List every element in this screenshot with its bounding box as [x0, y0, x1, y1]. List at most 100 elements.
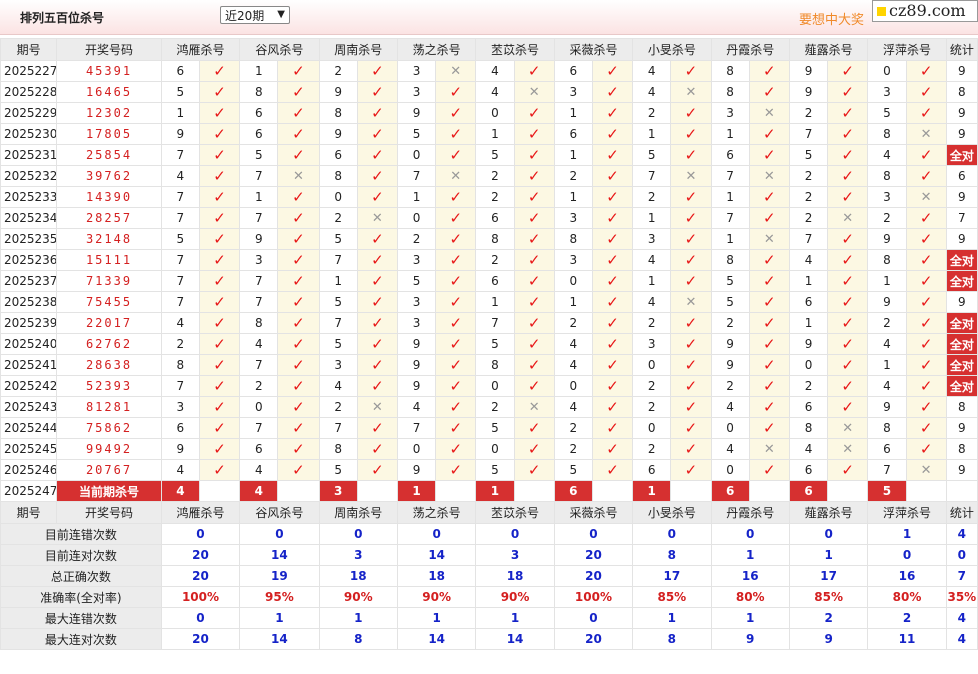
kill-number: 4 — [788, 249, 829, 271]
site-logo[interactable]: cz89.com — [872, 0, 978, 22]
result-cell: ✕ — [905, 123, 947, 145]
table-row: 2025227 45391 6 ✓ 1 ✓ 2 ✓ 3 ✕ 4 ✓ 6 ✓ 4 ✓ 8 ✓ 9 ✓ 0 ✓ 9 — [0, 60, 978, 82]
kill-number: 7 — [239, 207, 279, 229]
kill-number: 2 — [867, 312, 907, 334]
result-cell: ✓ — [748, 270, 790, 292]
result-cell: ✓ — [670, 417, 712, 439]
row-count: 9 — [945, 186, 978, 208]
kill-number: 4 — [710, 438, 750, 460]
result-cell: ✓ — [277, 60, 320, 82]
current-kill-number: 6 — [710, 480, 750, 502]
kill-number: 2 — [475, 186, 515, 208]
kill-number: 7 — [160, 249, 200, 271]
empty-cell — [198, 480, 241, 502]
checkmark-icon: ✓ — [919, 61, 933, 80]
result-cell: ✓ — [277, 102, 320, 124]
result-cell: ✓ — [905, 312, 947, 334]
kill-number: 7 — [239, 291, 279, 313]
stat-value: 8 — [632, 544, 712, 566]
kill-number: 2 — [475, 165, 515, 187]
result-cell: ✓ — [827, 312, 869, 334]
kill-number: 1 — [475, 123, 515, 145]
result-cell: ✓ — [905, 333, 947, 355]
cross-icon: ✕ — [685, 84, 697, 100]
stat-value: 18 — [318, 565, 398, 587]
checkmark-icon: ✓ — [763, 292, 776, 311]
checkmark-icon: ✓ — [292, 250, 305, 269]
result-cell: ✓ — [905, 438, 947, 460]
checkmark-icon: ✓ — [841, 271, 854, 290]
empty-cell — [591, 480, 634, 502]
kill-number: 5 — [318, 291, 358, 313]
result-cell: ✓ — [513, 165, 555, 187]
checkmark-icon: ✓ — [527, 334, 541, 353]
result-cell: ✓ — [591, 270, 634, 292]
kill-number: 9 — [867, 396, 907, 418]
kill-number: 4 — [160, 459, 200, 481]
checkmark-icon: ✓ — [449, 208, 463, 227]
kill-number: 0 — [710, 459, 750, 481]
kill-number: 3 — [396, 60, 437, 82]
kill-number: 3 — [318, 354, 358, 376]
kill-number: 7 — [318, 249, 358, 271]
checkmark-icon: ✓ — [606, 103, 619, 122]
cross-icon: ✕ — [528, 84, 540, 100]
result-cell: ✓ — [435, 81, 477, 103]
kill-number: 1 — [867, 270, 907, 292]
cross-icon: ✕ — [920, 126, 932, 142]
result-cell: ✓ — [905, 396, 947, 418]
result-cell: ✓ — [356, 249, 398, 271]
checkmark-icon: ✓ — [606, 61, 619, 80]
stat-value: 0 — [553, 523, 634, 545]
kill-number: 8 — [710, 249, 750, 271]
cross-icon: ✕ — [685, 294, 697, 310]
issue-number: 2025230 — [0, 123, 58, 145]
result-cell: ✕ — [827, 417, 869, 439]
kill-number: 2 — [788, 207, 829, 229]
kill-number: 1 — [318, 270, 358, 292]
stat-value: 2 — [788, 607, 869, 629]
result-cell: ✓ — [905, 165, 947, 187]
kill-number: 4 — [867, 375, 907, 397]
kill-number: 4 — [632, 249, 672, 271]
result-cell: ✓ — [435, 228, 477, 250]
kill-number: 6 — [710, 144, 750, 166]
kill-number: 1 — [710, 186, 750, 208]
promo-link[interactable]: 要想中大奖 — [799, 9, 864, 28]
row-count: 9 — [945, 102, 978, 124]
result-cell: ✓ — [198, 270, 241, 292]
stat-label: 总正确次数 — [0, 565, 162, 587]
result-cell: ✓ — [356, 333, 398, 355]
checkmark-icon: ✓ — [292, 397, 305, 416]
checkmark-icon: ✓ — [606, 229, 619, 248]
result-cell: ✓ — [748, 207, 790, 229]
kill-number: 0 — [867, 60, 907, 82]
stat-value: 80% — [710, 586, 790, 608]
checkmark-icon: ✓ — [763, 187, 776, 206]
result-cell: ✓ — [827, 270, 869, 292]
result-cell: ✓ — [748, 144, 790, 166]
result-cell: ✓ — [591, 123, 634, 145]
stat-label: 准确率(全对率) — [0, 586, 162, 608]
period-select[interactable]: 近20期 ▼ — [220, 6, 290, 24]
stat-value: 14 — [396, 544, 477, 566]
table-row: 2025239 22017 4 ✓ 8 ✓ 7 ✓ 3 ✓ 7 ✓ 2 ✓ 2 ✓ 2 ✓ 1 ✓ 2 ✓ 全对 — [0, 312, 978, 334]
result-cell: ✕ — [670, 81, 712, 103]
checkmark-icon: ✓ — [292, 313, 305, 332]
stat-value: 85% — [788, 586, 869, 608]
empty-cell — [748, 480, 790, 502]
kill-number: 4 — [475, 81, 515, 103]
kill-number: 4 — [160, 165, 200, 187]
cross-icon: ✕ — [920, 462, 932, 478]
kill-number: 4 — [788, 438, 829, 460]
checkmark-icon: ✓ — [527, 250, 541, 269]
result-cell: ✓ — [513, 228, 555, 250]
kill-number: 2 — [396, 228, 437, 250]
kill-number: 6 — [239, 123, 279, 145]
checkmark-icon: ✓ — [371, 250, 384, 269]
current-kill-number: 6 — [788, 480, 829, 502]
result-cell: ✓ — [435, 333, 477, 355]
result-cell: ✓ — [905, 291, 947, 313]
table-row: 2025245 99492 9 ✓ 6 ✓ 8 ✓ 0 ✓ 0 ✓ 2 ✓ 2 ✓ 4 ✕ 4 ✕ 6 ✓ 8 — [0, 438, 978, 460]
result-cell: ✓ — [513, 438, 555, 460]
